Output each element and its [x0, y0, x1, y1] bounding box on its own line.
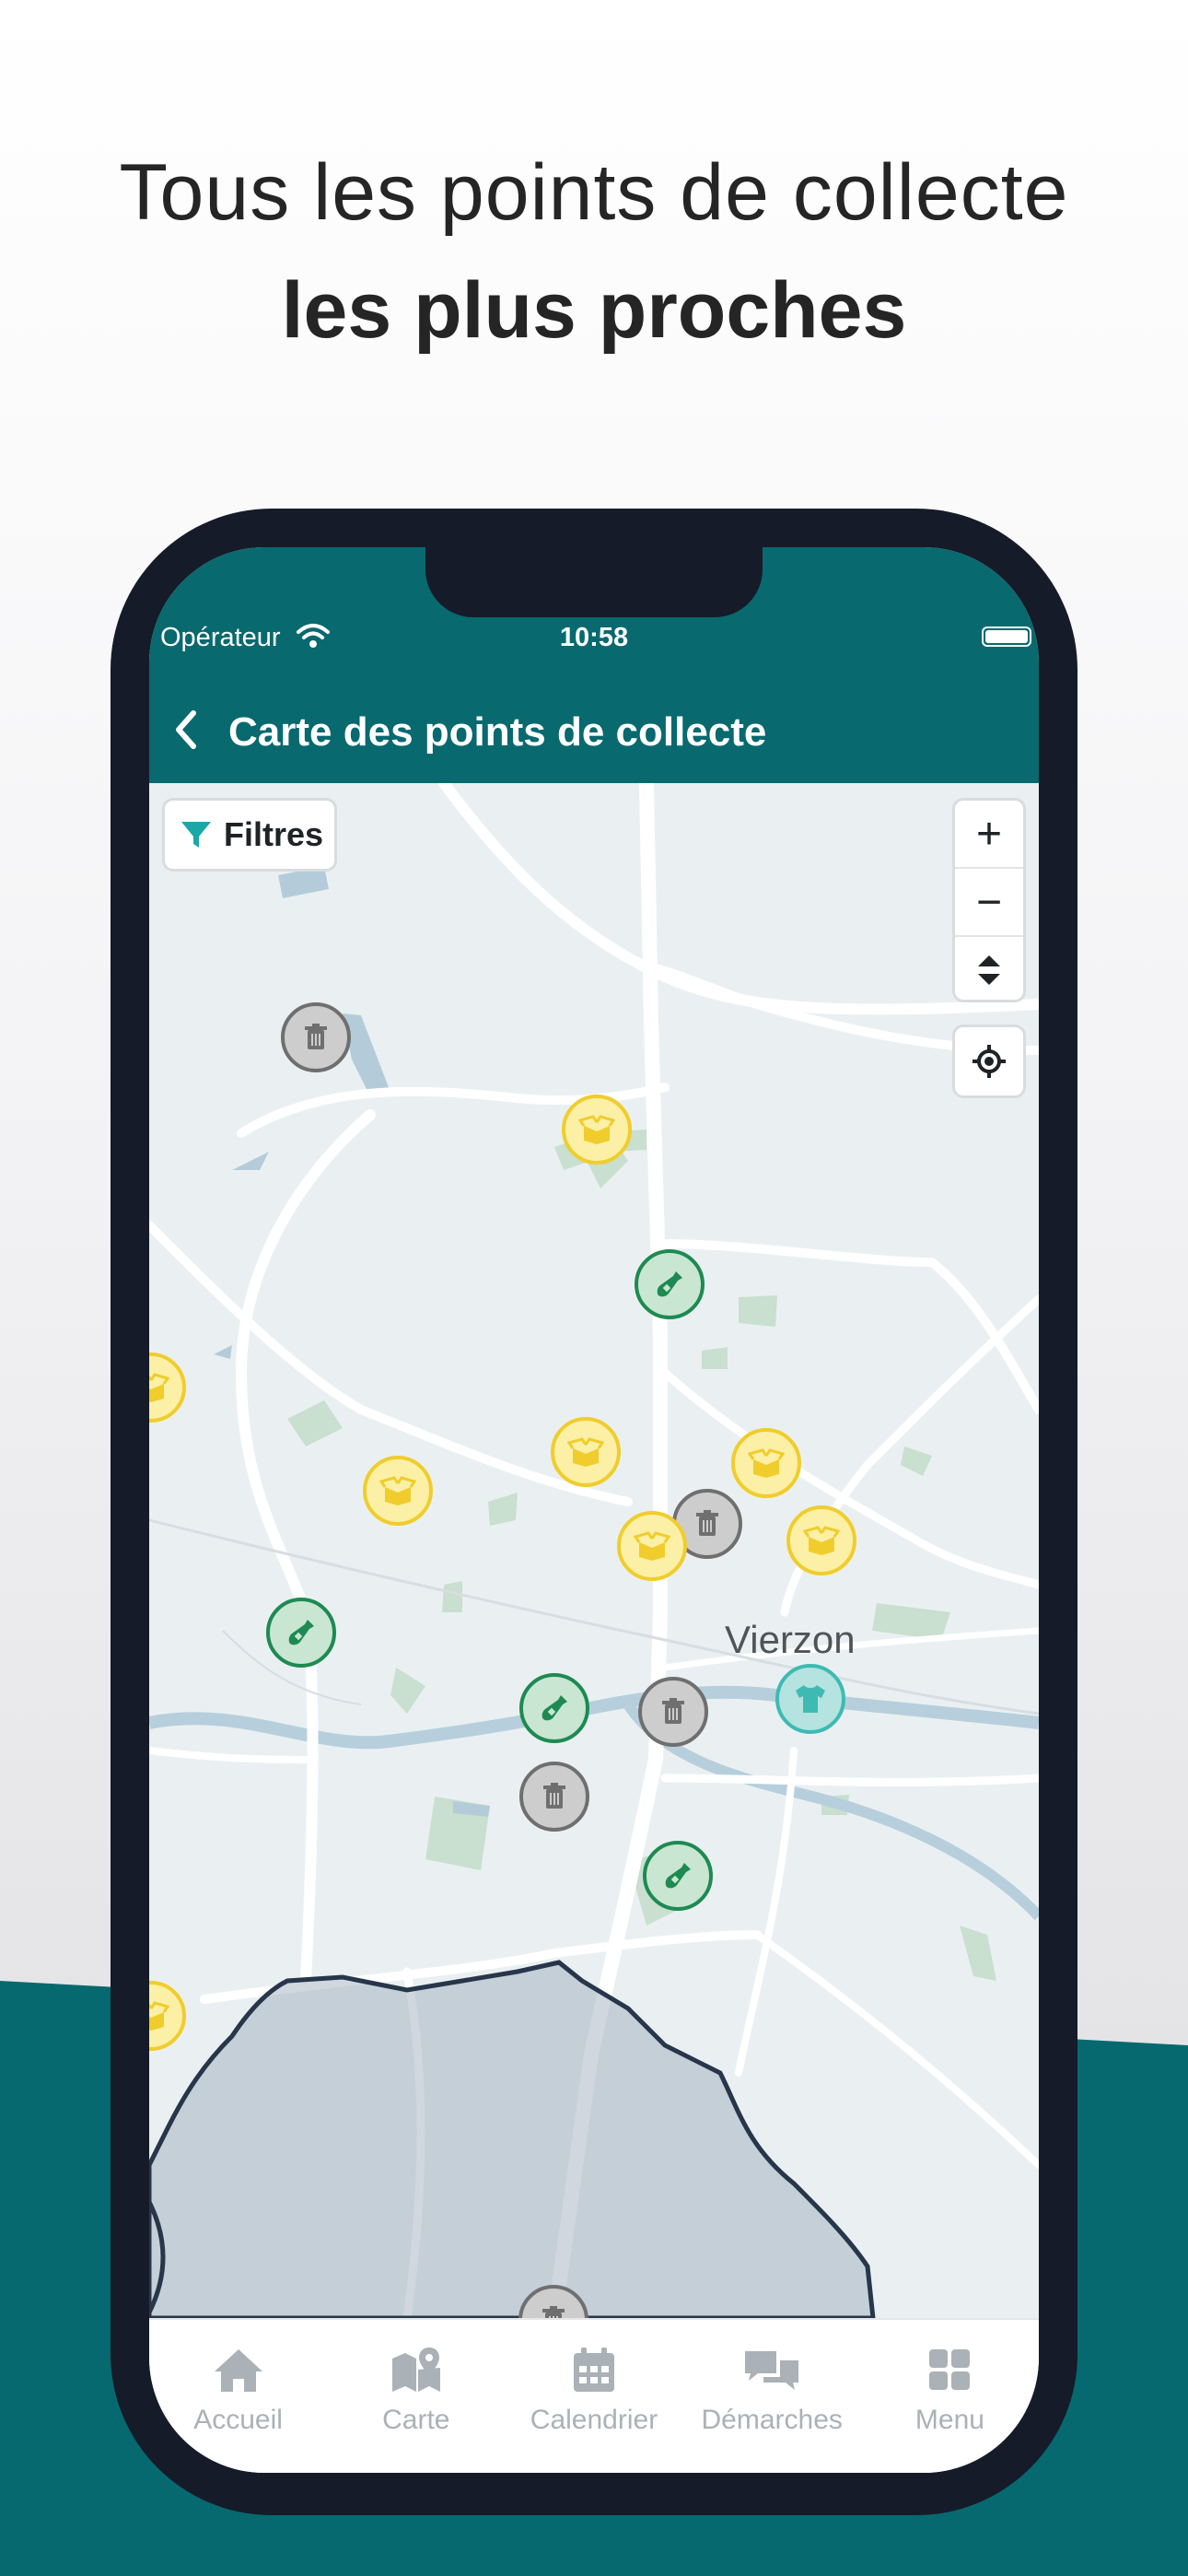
marker-packaging[interactable] — [551, 1417, 621, 1487]
home-icon — [214, 2349, 262, 2392]
zoom-controls: + − — [952, 798, 1026, 1002]
trash-icon — [696, 1510, 718, 1536]
bottle-icon — [542, 1695, 567, 1721]
tshirt-icon — [796, 1685, 825, 1713]
tab-accueil[interactable]: Accueil — [149, 2320, 327, 2473]
map-icon — [391, 2348, 440, 2392]
marker-trash[interactable] — [281, 1002, 351, 1072]
tab-calendrier[interactable]: Calendrier — [505, 2320, 682, 2473]
box-icon — [379, 1476, 416, 1505]
filters-label: Filtres — [224, 815, 324, 853]
headline-line-1: Tous les points de collecte — [119, 148, 1069, 237]
grid-icon — [929, 2349, 971, 2390]
crosshair-icon — [973, 1045, 1006, 1078]
marker-clothes[interactable] — [775, 1664, 845, 1734]
locate-me-button[interactable] — [952, 1025, 1026, 1098]
box-icon — [149, 2001, 169, 2031]
headline-line-2: les plus proches — [281, 266, 907, 355]
page-title: Carte des points de collecte — [228, 709, 767, 755]
zoom-in-button[interactable]: + — [955, 801, 1023, 869]
chat-icon — [745, 2351, 799, 2390]
zoom-out-button[interactable]: − — [955, 869, 1023, 937]
box-icon — [578, 1115, 615, 1144]
bottle-icon — [288, 1620, 314, 1645]
tab-label: Carte — [382, 2405, 450, 2435]
trash-icon — [542, 2306, 565, 2318]
trash-icon — [662, 1698, 684, 1724]
filters-button[interactable]: Filtres — [162, 798, 337, 872]
box-icon — [748, 1448, 785, 1478]
marker-packaging[interactable] — [617, 1511, 687, 1581]
tab-label: Calendrier — [530, 2405, 658, 2435]
marker-packaging[interactable] — [562, 1095, 632, 1165]
reset-orientation-button[interactable] — [955, 937, 1023, 1000]
up-down-arrows-icon — [978, 955, 1000, 985]
filter-funnel-icon — [181, 822, 211, 848]
box-icon — [567, 1437, 604, 1467]
bottle-icon — [665, 1863, 691, 1889]
battery-icon — [982, 626, 1031, 647]
tab-label: Accueil — [193, 2405, 283, 2435]
box-icon — [149, 1373, 169, 1402]
box-icon — [634, 1531, 670, 1561]
calendar-icon — [574, 2348, 614, 2392]
nav-bar: Carte des points de collecte — [149, 676, 1039, 783]
marker-glass[interactable] — [519, 1673, 589, 1743]
marker-glass[interactable] — [635, 1249, 705, 1319]
tab-label: Démarches — [701, 2405, 843, 2435]
marker-glass[interactable] — [643, 1841, 713, 1911]
tab-bar: Accueil Carte Calendrier Démarches Menu — [149, 2318, 1039, 2473]
tab-demarches[interactable]: Démarches — [683, 2320, 861, 2473]
marker-packaging[interactable] — [786, 1505, 856, 1575]
tab-carte[interactable]: Carte — [327, 2320, 505, 2473]
place-label-vierzon: Vierzon — [725, 1618, 856, 1661]
marker-glass[interactable] — [266, 1598, 336, 1668]
bottle-icon — [657, 1271, 682, 1297]
marker-trash[interactable] — [638, 1677, 708, 1747]
status-time: 10:58 — [559, 623, 629, 652]
map-view[interactable]: Vierzon Filtres + − — [149, 783, 1039, 2318]
tab-label: Menu — [914, 2405, 984, 2435]
trash-icon — [305, 1024, 327, 1049]
phone-notch — [425, 547, 763, 617]
marker-trash[interactable] — [519, 1762, 589, 1832]
back-chevron-icon[interactable] — [166, 706, 206, 754]
trash-icon — [543, 1783, 565, 1809]
marker-packaging[interactable] — [363, 1456, 433, 1526]
app-screen: Opérateur 10:58 Carte des points de coll… — [149, 547, 1039, 2473]
box-icon — [803, 1526, 840, 1555]
map-base-layer — [149, 783, 1039, 2318]
marker-packaging[interactable] — [731, 1428, 801, 1498]
tab-menu[interactable]: Menu — [861, 2320, 1039, 2473]
